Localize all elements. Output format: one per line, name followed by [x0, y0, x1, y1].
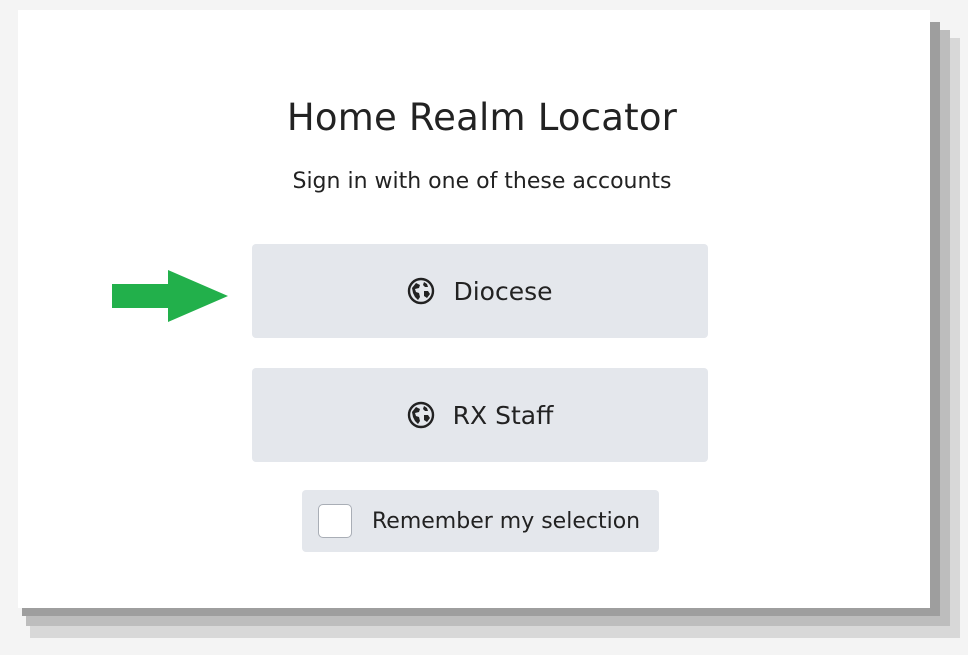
realm-button-label: RX Staff [452, 400, 554, 430]
remember-selection-control[interactable]: Remember my selection [302, 490, 659, 552]
realm-button-rx-staff[interactable]: RX Staff [252, 368, 708, 462]
realm-button-label: Diocese [453, 276, 553, 306]
globe-icon [408, 277, 435, 305]
globe-icon [407, 401, 434, 429]
remember-checkbox[interactable] [318, 504, 352, 538]
screenshot-stage: Home Realm Locator Sign in with one of t… [0, 0, 968, 655]
page-title: Home Realm Locator [286, 96, 678, 139]
realm-button-diocese[interactable]: Diocese [252, 244, 708, 338]
remember-label: Remember my selection [372, 508, 641, 534]
arrow-right-icon [112, 270, 228, 322]
page-subtitle: Sign in with one of these accounts [292, 169, 672, 194]
